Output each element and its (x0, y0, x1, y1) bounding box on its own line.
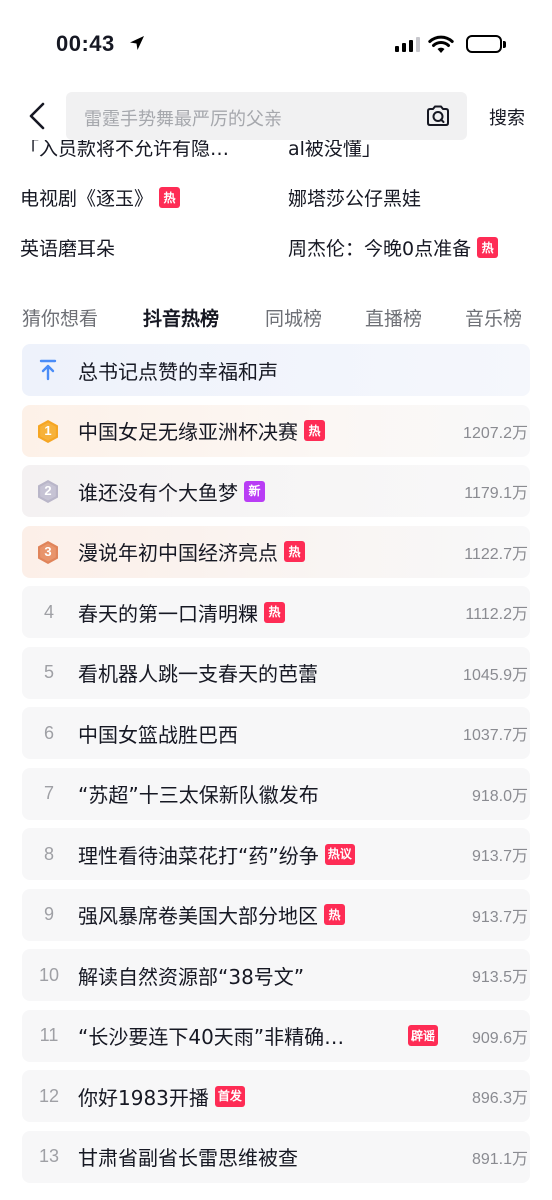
rank-number: 5 (43, 662, 54, 682)
row-title: “苏超”十三太保新队徽发布 (78, 783, 319, 807)
tab-local[interactable]: 同城榜 (265, 304, 322, 331)
row-title: 中国女足无缘亚洲杯决赛热 (78, 416, 325, 445)
search-placeholder: 雷霆手势舞最严厉的父亲 (84, 109, 282, 130)
tab-music[interactable]: 音乐榜 (465, 304, 522, 331)
table-row[interactable]: 11 “长沙要连下40天雨”非精确… 辟谣 909.6万 (22, 1009, 530, 1062)
ranking-tabs: 猜你想看 抖音热榜 同城榜 直播榜 音乐榜 (0, 296, 552, 340)
row-title: 春天的第一口清明粿热 (78, 598, 285, 627)
search-suggestions: 「入员款将不允许有隐… al被没懂」 电视剧《逐玉》 热 娜塔莎公仔黑娃 英语磨… (0, 140, 552, 280)
table-row[interactable]: 12 你好1983开播 首发 896.3万 (22, 1070, 530, 1122)
hot-badge: 热 (264, 601, 285, 623)
search-header: 雷霆手势舞最严厉的父亲 搜索 (0, 90, 552, 142)
location-arrow-icon (128, 34, 146, 56)
status-time: 00:43 (56, 31, 115, 56)
heat-value: 913.7万 (471, 908, 528, 926)
rank-number: 9 (43, 904, 54, 924)
table-row[interactable]: 4 春天的第一口清明粿热 1112.2万 (22, 586, 530, 638)
chevron-left-icon (29, 102, 45, 130)
suggestion-item[interactable]: 英语磨耳朵 (20, 234, 115, 261)
table-row[interactable]: 13 甘肃省副省长雷思维被查 891.1万 (22, 1130, 530, 1183)
rank-number: 8 (43, 843, 54, 864)
row-title: 谁还没有个大鱼梦新 (78, 477, 265, 506)
heat-value: 913.7万 (471, 848, 528, 865)
camera-search-icon[interactable] (425, 104, 451, 132)
table-row[interactable]: 1 中国女足无缘亚洲杯决赛热 1207.2万 (22, 404, 530, 457)
discussed-badge: 热议 (324, 843, 355, 865)
row-title: 总书记点赞的幸福和声 (78, 359, 278, 384)
heat-value: 918.0万 (471, 787, 528, 805)
hot-badge: 热 (159, 187, 181, 208)
table-row[interactable]: 3 漫说年初中国经济亮点热 1122.7万 (22, 525, 530, 578)
table-row[interactable]: 10 解读自然资源部“38号文” 913.5万 (22, 949, 530, 1001)
table-row[interactable]: 9 强风暴席卷美国大部分地区热 913.7万 (22, 888, 530, 941)
pin-top-icon (38, 359, 58, 385)
bronze-medal-icon: 3 (36, 540, 60, 565)
heat-value: 891.1万 (471, 1150, 528, 1168)
rank-number: 4 (43, 601, 54, 622)
heat-value: 1179.1万 (464, 485, 528, 502)
heat-value: 909.6万 (471, 1029, 528, 1047)
heat-value: 896.3万 (471, 1090, 528, 1107)
heat-value: 1112.2万 (465, 606, 528, 623)
row-title: 解读自然资源部“38号文” (78, 964, 305, 989)
gold-medal-icon: 1 (36, 419, 60, 444)
row-title: 理性看待油菜花打“药”纷争 热议 (78, 840, 355, 869)
row-title: 中国女篮战胜巴西 (78, 722, 238, 747)
search-input[interactable]: 雷霆手势舞最严厉的父亲 (66, 92, 467, 140)
suggestion-label: 娜塔莎公仔黑娃 (288, 188, 422, 210)
heat-value: 1045.9万 (463, 666, 528, 684)
heat-value: 1207.2万 (463, 424, 528, 442)
tab-live[interactable]: 直播榜 (365, 304, 422, 331)
battery-icon (466, 35, 506, 53)
back-button[interactable] (22, 100, 52, 132)
rank-number: 10 (38, 964, 60, 985)
row-title: 看机器人跳一支春天的芭蕾 (78, 662, 318, 686)
hot-badge: 热 (477, 237, 499, 258)
suggestion-label: 周杰伦：今晚0点准备 (288, 238, 472, 260)
heat-value: 1122.7万 (464, 545, 528, 563)
pinned-row[interactable]: 总书记点赞的幸福和声 (22, 344, 530, 396)
rank-number: 7 (43, 783, 54, 803)
row-title: 你好1983开播 首发 (78, 1082, 245, 1111)
table-row[interactable]: 5 看机器人跳一支春天的芭蕾 1045.9万 (22, 646, 530, 699)
suggestion-label: 英语磨耳朵 (20, 238, 116, 260)
tab-douyin-hot[interactable]: 抖音热榜 (143, 304, 219, 331)
heat-value: 1037.7万 (463, 727, 528, 744)
suggestion-label: 电视剧《逐玉》 (20, 188, 154, 210)
heat-value: 913.5万 (471, 969, 528, 986)
hot-ranking-list: 总书记点赞的幸福和声 1 中国女足无缘亚洲杯决赛热 1207.2万 2 谁还没有… (22, 344, 530, 1191)
rank-number: 12 (38, 1085, 60, 1106)
suggestion-item[interactable]: al被没懂」 (288, 140, 381, 161)
premiere-badge: 首发 (214, 1085, 245, 1107)
row-title: 强风暴席卷美国大部分地区热 (78, 900, 345, 929)
row-title: 甘肃省副省长雷思维被查 (78, 1146, 298, 1170)
hot-badge: 热 (284, 541, 305, 562)
wifi-icon (428, 34, 454, 58)
rank-number: 6 (43, 722, 54, 743)
hot-badge: 热 (304, 420, 325, 441)
table-row[interactable]: 8 理性看待油菜花打“药”纷争 热议 913.7万 (22, 828, 530, 880)
table-row[interactable]: 7 “苏超”十三太保新队徽发布 918.0万 (22, 767, 530, 820)
search-button[interactable]: 搜索 (489, 104, 525, 130)
row-title: 漫说年初中国经济亮点热 (78, 537, 305, 566)
hot-badge: 热 (324, 904, 345, 925)
table-row[interactable]: 6 中国女篮战胜巴西 1037.7万 (22, 707, 530, 759)
suggestion-item[interactable]: 娜塔莎公仔黑娃 (288, 184, 421, 211)
row-title: “长沙要连下40天雨”非精确… (78, 1025, 345, 1049)
new-badge: 新 (244, 480, 265, 502)
cellular-signal-icon (395, 36, 420, 52)
table-row[interactable]: 2 谁还没有个大鱼梦新 1179.1万 (22, 465, 530, 517)
rumor-badge: 辟谣 (407, 1025, 438, 1046)
suggestion-item[interactable]: 周杰伦：今晚0点准备 热 (288, 234, 499, 261)
silver-medal-icon: 2 (36, 479, 60, 504)
rank-number: 11 (39, 1025, 59, 1045)
status-bar: 00:43 (0, 0, 552, 90)
suggestion-item[interactable]: 电视剧《逐玉》 热 (20, 184, 181, 211)
tab-guess[interactable]: 猜你想看 (22, 304, 98, 331)
suggestion-item[interactable]: 「入员款将不允许有隐… (20, 140, 229, 161)
rank-number: 13 (38, 1146, 60, 1166)
